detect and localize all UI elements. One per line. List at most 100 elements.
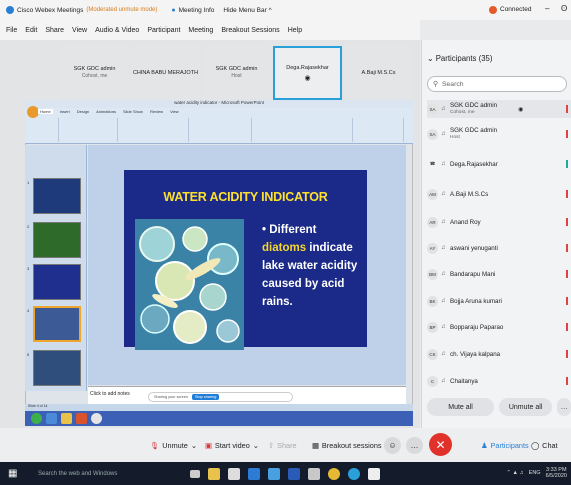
participant-row[interactable]: C ♫ Chaitanya	[427, 372, 571, 390]
ribbon-tab-animations[interactable]: Animations	[96, 109, 116, 114]
ribbon-group-paragraph	[190, 118, 252, 142]
avatar: BP	[427, 321, 438, 333]
meeting-info-button[interactable]: Meeting Info	[179, 7, 215, 14]
video-tile-active-speaker[interactable]: Dega.Rajasekhar ◉	[273, 46, 342, 100]
connected-icon	[489, 6, 497, 14]
file-explorer-icon[interactable]	[208, 467, 220, 480]
participant-row[interactable]: CK ♫ ch. Vijaya kalpana	[427, 345, 571, 363]
app-icon[interactable]	[268, 467, 280, 480]
participant-name-text: SGK GDC admin	[450, 102, 498, 109]
menu-file[interactable]: File	[6, 27, 17, 34]
slide-thumbnail[interactable]	[33, 222, 81, 258]
chrome-icon[interactable]	[328, 467, 340, 480]
avatar: AR	[427, 216, 438, 228]
participant-row[interactable]: SA ♫ SGK GDC admin Host	[427, 125, 571, 143]
more-options-icon[interactable]: ◉	[518, 106, 523, 113]
close-button[interactable]: ʘ	[561, 4, 567, 13]
participant-role: Cohost, me	[450, 110, 475, 115]
more-options-button[interactable]: …	[406, 437, 423, 454]
breakout-sessions-button[interactable]: ▦ Breakout sessions	[312, 437, 382, 454]
menu-participant[interactable]: Participant	[147, 27, 180, 34]
video-tile[interactable]: SGK GDC admin Host	[202, 46, 271, 100]
participants-count: Participants (35)	[435, 54, 493, 63]
menu-audio-video[interactable]: Audio & Video	[95, 27, 139, 34]
menu-breakout[interactable]: Breakout Sessions	[221, 27, 279, 34]
start-video-label: Start video	[214, 441, 250, 450]
tile-role: Cohost, me	[81, 73, 108, 79]
mute-all-button[interactable]: Mute all	[427, 398, 494, 416]
chevron-down-icon: ⌄	[252, 441, 259, 450]
language-indicator[interactable]: ENG	[529, 470, 541, 476]
muted-indicator	[566, 377, 568, 385]
connected-status[interactable]: Connected	[500, 6, 531, 13]
participant-row[interactable]: BM ♫ Bandarapu Mani	[427, 265, 571, 283]
participant-row[interactable]: ☎ ♫ Dega.Rajasekhar	[427, 155, 571, 173]
chat-button[interactable]: ◯ Chat	[531, 437, 558, 454]
browser-icon	[46, 413, 57, 424]
stop-sharing-button[interactable]: Stop sharing	[191, 394, 220, 400]
video-tile[interactable]: A.Baji M.S.Cs	[344, 46, 413, 100]
task-view-icon[interactable]	[190, 469, 200, 478]
thumb-number: 2	[27, 224, 30, 229]
tray-icons[interactable]: ⌃ ▲ ♫	[506, 470, 523, 476]
taskbar-search[interactable]: Search the web and Windows	[38, 471, 186, 477]
participant-row[interactable]: SA ♫ SGK GDC admin Cohost, me ◉	[427, 100, 571, 118]
participant-name: ch. Vijaya kalpana	[450, 350, 501, 358]
ribbon-tab-insert[interactable]: Insert	[60, 109, 70, 114]
menu-meeting[interactable]: Meeting	[188, 27, 213, 34]
menu-edit[interactable]: Edit	[25, 27, 37, 34]
minimize-button[interactable]: –	[545, 4, 549, 13]
slide-thumbnail[interactable]	[33, 350, 81, 386]
ribbon-tab-view[interactable]: View	[170, 109, 179, 114]
participant-row[interactable]: AY ♫ aswani yenuganti	[427, 239, 571, 257]
webex-icon[interactable]	[348, 467, 360, 480]
menu-share[interactable]: Share	[45, 27, 64, 34]
muted-indicator	[566, 350, 568, 358]
ribbon-tab-design[interactable]: Design	[77, 109, 89, 114]
participants-icon: ♟	[481, 441, 488, 450]
photos-icon[interactable]	[368, 467, 380, 480]
unmute-button[interactable]: 🎙 Unmute ⌄	[150, 437, 197, 454]
participant-name: Chaitanya	[450, 377, 478, 385]
slide-thumbnail-selected[interactable]	[33, 306, 81, 342]
video-tile[interactable]: CHINA BABU MERAJOTH	[131, 46, 200, 100]
slide-thumbnail[interactable]	[33, 178, 81, 214]
ribbon-tabs: Home Insert Design Animations Slide Show…	[38, 109, 179, 114]
participant-row[interactable]: BK ♫ Bojja Aruna kumari	[427, 292, 571, 310]
avatar: BM	[427, 268, 438, 280]
participants-header[interactable]: ⌄ Participants (35)	[427, 54, 492, 63]
ribbon-tab-home[interactable]: Home	[38, 109, 53, 114]
participant-row[interactable]: AR ♫ Anand Roy	[427, 213, 571, 231]
microphone-icon: ♫	[441, 324, 446, 330]
store-icon[interactable]	[228, 467, 240, 480]
leave-meeting-button[interactable]: ✕	[429, 433, 452, 456]
clock[interactable]: 3:33 PM 6/5/2020	[546, 467, 567, 479]
participant-row[interactable]: AM ♫ A.Baji M.S.Cs	[427, 185, 571, 203]
participants-button[interactable]: ♟ Participants	[481, 437, 529, 454]
share-button[interactable]: ⇧ Share	[268, 437, 297, 454]
ribbon-tab-slideshow[interactable]: Slide Show	[123, 109, 143, 114]
menu-view[interactable]: View	[72, 27, 87, 34]
word-icon[interactable]	[288, 467, 300, 480]
windows-start-icon[interactable]: ▦	[8, 468, 22, 479]
edge-icon[interactable]	[248, 467, 260, 480]
participant-name: SGK GDC admin Cohost, me	[450, 102, 497, 116]
slide-thumbnail[interactable]	[33, 264, 81, 300]
more-actions-button[interactable]: …	[557, 398, 571, 416]
participant-name: Anand Roy	[450, 218, 481, 226]
participant-name: aswani yenuganti	[450, 244, 498, 252]
hide-menu-bar-button[interactable]: Hide Menu Bar ^	[223, 7, 271, 14]
video-tile[interactable]: SGK GDC admin Cohost, me	[60, 46, 129, 100]
app-icon[interactable]	[308, 467, 320, 480]
menu-help[interactable]: Help	[288, 27, 302, 34]
reactions-icon[interactable]: ☺	[384, 437, 401, 454]
start-video-button[interactable]: ▣ Start video ⌄	[205, 437, 259, 454]
ribbon-tab-review[interactable]: Review	[150, 109, 163, 114]
ribbon-group-slides	[60, 118, 118, 142]
powerpoint-title: water acidity indicator - Microsoft Powe…	[25, 100, 413, 108]
unmute-all-button[interactable]: Unmute all	[499, 398, 553, 416]
participants-label: Participants	[490, 441, 529, 450]
participant-search-input[interactable]: ⚲ Search	[427, 76, 567, 92]
unmute-label: Unmute	[162, 441, 188, 450]
participant-row[interactable]: BP ♫ Bopparaju Paparao	[427, 318, 571, 336]
